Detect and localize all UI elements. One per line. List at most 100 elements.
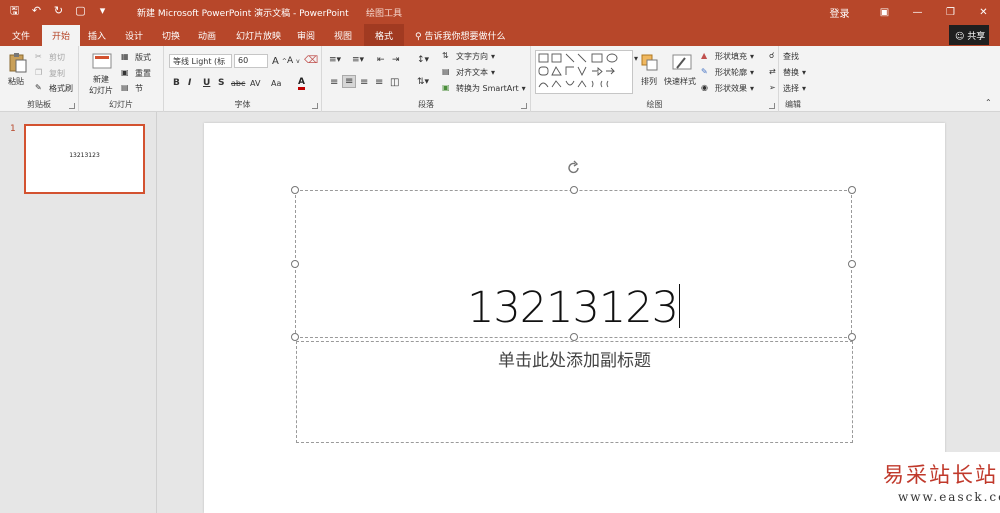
shape-outline-button[interactable]: ✎ 形状轮廓 ▾ [701, 67, 754, 78]
slide-thumbnail[interactable]: 13213123 [24, 124, 145, 194]
resize-handle-top[interactable] [570, 186, 578, 194]
layout-label: 版式 [135, 53, 151, 62]
ribbon-display-icon[interactable]: ▣ [868, 7, 901, 18]
smartart-button[interactable]: ▣ 转换为 SmartArt ▾ [442, 83, 526, 94]
new-slide-button[interactable]: 新建 幻灯片 [89, 74, 113, 96]
italic-button[interactable]: I [188, 78, 191, 88]
paragraph-spacing-icon[interactable]: ⇅▾ [417, 77, 429, 87]
tab-slideshow[interactable]: 幻灯片放映 [236, 29, 281, 42]
increase-indent-icon[interactable]: ⇥ [392, 55, 400, 65]
resize-handle-bottom-left[interactable] [291, 333, 299, 341]
gallery-scroll-icon[interactable]: ▾ [634, 54, 638, 63]
resize-handle-left[interactable] [291, 260, 299, 268]
pen-icon: ✎ [701, 67, 708, 76]
paste-button[interactable]: 粘贴 [8, 76, 24, 87]
change-case-button[interactable]: Aa [271, 79, 281, 88]
font-size-select[interactable]: 60 [234, 54, 268, 68]
text-direction-label: 文字方向 [456, 52, 488, 61]
align-text-button[interactable]: ▤ 对齐文本 ▾ [442, 67, 495, 78]
editing-group: ☌ 查找 ⇄ 替换 ▾ ➢ 选择 ▾ 编辑 [769, 46, 819, 112]
font-color-button[interactable]: A [298, 77, 305, 90]
justify-icon[interactable]: ≡ [375, 77, 383, 88]
close-icon[interactable]: ✕ [967, 7, 1000, 18]
tab-format[interactable]: 格式 [375, 29, 393, 42]
slide-subtitle[interactable]: 单击此处添加副标题 [297, 346, 852, 371]
scissors-icon: ✂ [35, 52, 42, 61]
grow-font-icon[interactable]: A ^ [272, 56, 287, 67]
slide-title[interactable]: 13213123 [296, 283, 851, 333]
format-painter-label: 格式刷 [49, 84, 73, 93]
resize-handle-bottom-right[interactable] [848, 333, 856, 341]
layout-button[interactable]: ▦ 版式 [121, 52, 151, 63]
bullets-icon[interactable]: ≡▾ [329, 55, 341, 65]
shape-effects-button[interactable]: ◉ 形状效果 ▾ [701, 83, 754, 94]
arrange-icon[interactable] [639, 52, 661, 74]
restore-icon[interactable]: ❐ [934, 7, 967, 18]
collapse-ribbon-icon[interactable]: ⌃ [985, 98, 992, 107]
tab-view[interactable]: 视图 [334, 29, 352, 42]
shadow-button[interactable]: S [218, 78, 224, 88]
paste-icon[interactable] [7, 52, 29, 74]
pointer-icon: ➢ [769, 83, 776, 92]
font-name-select[interactable]: 等线 Light (标 [169, 54, 232, 68]
tab-design[interactable]: 设计 [125, 29, 143, 42]
paragraph-expand-icon[interactable] [521, 103, 527, 109]
resize-handle-top-right[interactable] [848, 186, 856, 194]
subtitle-placeholder[interactable]: 单击此处添加副标题 [296, 341, 853, 443]
quick-styles-icon[interactable] [671, 52, 693, 74]
shape-fill-button[interactable]: ▲ 形状填充 ▾ [701, 51, 754, 62]
cut-button[interactable]: ✂ 剪切 [35, 52, 65, 63]
replace-button[interactable]: ⇄ 替换 ▾ [769, 67, 806, 78]
brush-icon: ✎ [35, 83, 42, 92]
minimize-icon[interactable]: — [901, 7, 934, 18]
tab-transitions[interactable]: 切换 [162, 29, 180, 42]
columns-icon[interactable]: ◫ [390, 77, 399, 88]
tab-review[interactable]: 审阅 [297, 29, 315, 42]
paint-bucket-icon: ▲ [701, 51, 708, 60]
tab-insert[interactable]: 插入 [88, 29, 106, 42]
shapes-gallery[interactable] [535, 50, 633, 94]
tab-animations[interactable]: 动画 [198, 29, 216, 42]
tab-file[interactable]: 文件 [12, 29, 30, 42]
text-direction-button[interactable]: ⇅ 文字方向 ▾ [442, 51, 495, 62]
align-left-icon[interactable]: ≡ [330, 77, 338, 88]
format-painter-button[interactable]: ✎ 格式刷 [35, 83, 73, 94]
select-button[interactable]: ➢ 选择 ▾ [769, 83, 806, 94]
resize-handle-bottom[interactable] [570, 333, 578, 341]
resize-handle-right[interactable] [848, 260, 856, 268]
underline-button[interactable]: U [203, 78, 210, 88]
section-icon: ▤ [121, 83, 129, 92]
login-link[interactable]: 登录 [823, 5, 856, 20]
tab-home[interactable]: 开始 [42, 25, 81, 46]
clipboard-expand-icon[interactable] [69, 103, 75, 109]
align-right-icon[interactable]: ≡ [360, 77, 368, 88]
section-button[interactable]: ▤ 节 [121, 83, 143, 94]
arrange-button[interactable]: 排列 [641, 76, 657, 87]
char-spacing-button[interactable]: AV [250, 79, 260, 88]
copy-button[interactable]: ❐ 复制 [35, 68, 65, 79]
bold-button[interactable]: B [173, 78, 180, 88]
reset-button[interactable]: ▣ 重置 [121, 68, 151, 79]
line-spacing-icon[interactable]: ↕▾ [417, 55, 429, 65]
decrease-indent-icon[interactable]: ⇤ [377, 55, 385, 65]
find-button[interactable]: ☌ 查找 [769, 51, 799, 62]
quick-styles-button[interactable]: 快速样式 [664, 76, 696, 87]
share-button[interactable]: ☺ 共享 [949, 25, 989, 45]
rotate-handle-icon[interactable] [566, 160, 582, 176]
strikethrough-button[interactable]: abc [231, 79, 245, 88]
shrink-font-icon[interactable]: Av [287, 56, 300, 66]
resize-handle-top-left[interactable] [291, 186, 299, 194]
numbering-icon[interactable]: ≡▾ [352, 55, 364, 65]
undo-icon[interactable]: ↶ [30, 4, 43, 17]
redo-icon[interactable]: ↻ [52, 4, 65, 17]
tell-me-search[interactable]: ⚲ 告诉我你想要做什么 [415, 29, 505, 42]
font-expand-icon[interactable] [312, 103, 318, 109]
title-placeholder[interactable]: 13213123 [295, 190, 852, 338]
clear-format-icon[interactable]: ⌫ [304, 55, 318, 66]
align-center-icon[interactable]: ≡ [342, 75, 357, 88]
save-icon[interactable]: 🖫 [8, 4, 21, 17]
new-slide-icon[interactable] [91, 51, 113, 73]
customize-qat-icon[interactable]: ▾ [96, 4, 109, 17]
paste-label: 粘贴 [8, 77, 24, 86]
start-slideshow-icon[interactable]: ▢ [74, 4, 87, 17]
